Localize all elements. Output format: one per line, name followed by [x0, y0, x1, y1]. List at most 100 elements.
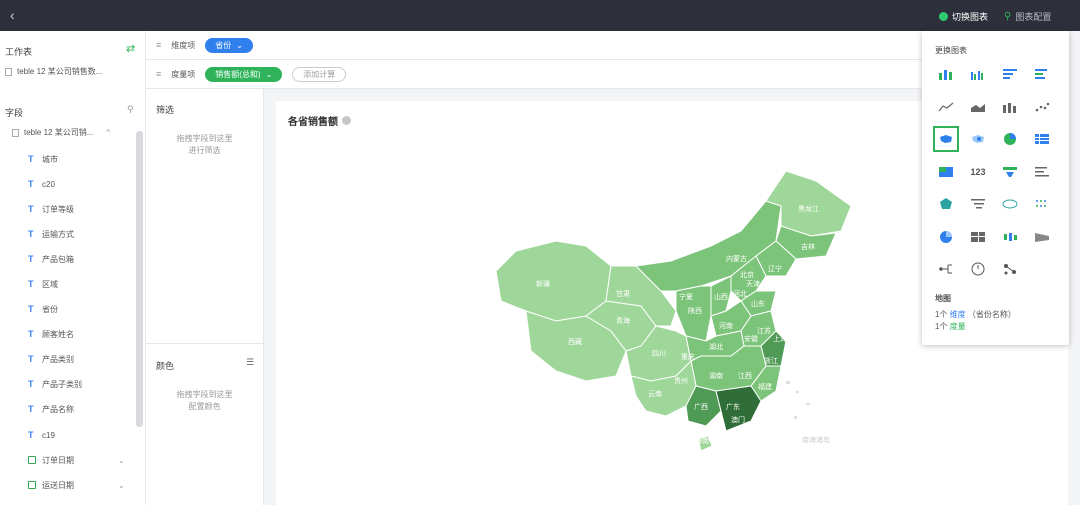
dimension-pill[interactable]: 省份 ⌄ [205, 37, 253, 53]
field-item[interactable]: T 产品子类别 [28, 377, 82, 391]
island-mark [794, 416, 797, 419]
province-label: 海南 [695, 436, 709, 445]
grouped-bar-icon[interactable] [965, 61, 991, 87]
text-type-icon: T [28, 229, 34, 239]
dot-matrix-icon[interactable] [1029, 191, 1055, 217]
date-field-item[interactable]: 订单日期 ⌄ [28, 453, 125, 467]
province-label: 重庆 [681, 352, 695, 361]
province-label: 广东 [726, 402, 740, 411]
relation-icon[interactable] [997, 256, 1023, 282]
chevron-up-icon[interactable]: ^ [106, 128, 110, 137]
worksheet-title: 工作表 [5, 47, 33, 57]
province-label: 澳门 [731, 415, 745, 424]
top-bar: ‹ 切换图表 ⚲ 图表配置 [0, 0, 1080, 31]
sheet-icon [5, 67, 12, 76]
pie-chart-icon[interactable] [997, 126, 1023, 152]
tree-icon[interactable] [933, 256, 959, 282]
field-item[interactable]: T 产品名称 [28, 402, 74, 416]
filter-hint-1: 拖拽字段到这里 [176, 134, 233, 143]
list-icon[interactable]: ☰ [246, 357, 254, 368]
field-item[interactable]: T 城市 [28, 152, 58, 166]
add-calc-button[interactable]: 添加计算 [292, 66, 347, 82]
refresh-icon[interactable]: ⇄ [126, 42, 135, 55]
province-label: 河南 [719, 321, 733, 330]
text-type-icon: T [28, 279, 34, 289]
radar-icon[interactable] [933, 191, 959, 217]
province-label: 浙江 [764, 356, 778, 365]
filter-panel: 筛选 拖拽字段到这里 进行筛选 颜色 ☰ 拖拽字段到这里 配置颜色 [146, 89, 264, 505]
field-item[interactable]: Tc19 [28, 428, 55, 442]
drag-handle-icon: ≡ [156, 69, 162, 79]
chart-config-button[interactable]: ⚲ 图表配置 [1004, 10, 1051, 23]
province-label: 南海诸岛 [802, 435, 830, 444]
field-item[interactable]: T 订单等级 [28, 202, 74, 216]
filter-drop-zone[interactable]: 拖拽字段到这里 进行筛选 [146, 133, 263, 157]
donut-icon[interactable] [933, 224, 959, 250]
province-label: 甘肃 [616, 289, 630, 298]
measure-requirement: 1个 度量 [935, 321, 966, 332]
requirement-prefix: 1个 [935, 310, 948, 319]
funnel-icon[interactable] [997, 159, 1023, 185]
dimension-link[interactable]: 维度 [950, 310, 966, 319]
back-arrow-icon[interactable]: ‹ [10, 8, 15, 22]
dot-map-icon[interactable] [965, 126, 991, 152]
measure-link[interactable]: 度量 [950, 322, 966, 331]
field-label: 省份 [42, 304, 58, 314]
field-label: c20 [42, 179, 55, 189]
field-item[interactable]: Tc20 [28, 177, 55, 191]
number-card-icon[interactable]: 123 [965, 159, 991, 185]
heatmap-icon[interactable] [933, 159, 959, 185]
field-scrollbar[interactable] [136, 131, 143, 427]
province-label: 湖北 [709, 342, 723, 351]
line-chart-icon[interactable] [933, 94, 959, 120]
chevron-down-icon[interactable]: ⌄ [118, 456, 125, 465]
boxplot-icon[interactable] [997, 224, 1023, 250]
area-chart-icon[interactable] [965, 94, 991, 120]
chevron-down-icon[interactable]: ⌄ [118, 481, 125, 490]
china-map[interactable]: 黑龙江 内蒙古 吉林 辽宁 新疆 甘肃 北京 天津 河北 宁夏 山西 山东 青海… [476, 141, 936, 501]
field-item[interactable]: T 省份 [28, 302, 58, 316]
chart-config-label: 图表配置 [1015, 12, 1052, 22]
left-panel: 工作表 ⇄ teble 12 某公司销售数... 字段 ⚲ teble 12 某… [0, 31, 146, 505]
date-field-item[interactable]: 运送日期 ⌄ [28, 478, 125, 492]
waterfall-icon[interactable] [965, 191, 991, 217]
field-item[interactable]: T 产品类别 [28, 352, 74, 366]
scatter-chart-icon[interactable] [1029, 94, 1055, 120]
province-label: 云南 [648, 389, 662, 398]
province-shape[interactable] [495, 240, 612, 322]
color-drop-zone[interactable]: 拖拽字段到这里 配置颜色 [146, 389, 263, 413]
cross-table-icon[interactable] [1029, 126, 1055, 152]
measure-pill[interactable]: 销售额(总和) ⌄ [205, 66, 283, 82]
field-label: 产品类别 [42, 354, 74, 364]
sankey-icon[interactable] [1029, 224, 1055, 250]
table-node[interactable]: teble 12 某公司销... ^ [12, 127, 110, 138]
switch-chart-button[interactable]: 切换图表 [939, 10, 988, 23]
field-label: 城市 [42, 154, 58, 164]
text-type-icon: T [28, 404, 34, 414]
field-label: 区域 [42, 279, 58, 289]
field-label: 产品子类别 [42, 379, 82, 389]
config-search-icon: ⚲ [1004, 11, 1012, 22]
field-item[interactable]: T 顾客姓名 [28, 327, 74, 341]
word-cloud-icon[interactable] [997, 191, 1023, 217]
hbar-icon[interactable] [1029, 61, 1055, 87]
field-label: 订单等级 [42, 204, 74, 214]
tree-map-icon[interactable] [965, 224, 991, 250]
column-chart-icon[interactable] [997, 94, 1023, 120]
island-mark [806, 403, 810, 405]
field-item[interactable]: T 产品包箱 [28, 252, 74, 266]
field-item[interactable]: T 运输方式 [28, 227, 74, 241]
gauge-icon[interactable] [965, 256, 991, 282]
ranking-icon[interactable] [1029, 159, 1055, 185]
info-icon[interactable] [342, 116, 351, 125]
text-type-icon: T [28, 379, 34, 389]
chevron-down-icon: ⌄ [265, 69, 273, 79]
field-search-icon[interactable]: ⚲ [127, 104, 134, 115]
worksheet-item[interactable]: teble 12 某公司销售数... [5, 66, 102, 77]
map-type-title: 地图 [935, 294, 951, 303]
map-chart-icon[interactable] [933, 126, 959, 152]
province-shape[interactable] [765, 170, 852, 237]
bar-chart-icon[interactable] [933, 61, 959, 87]
stacked-hbar-icon[interactable] [997, 61, 1023, 87]
field-item[interactable]: T 区域 [28, 277, 58, 291]
